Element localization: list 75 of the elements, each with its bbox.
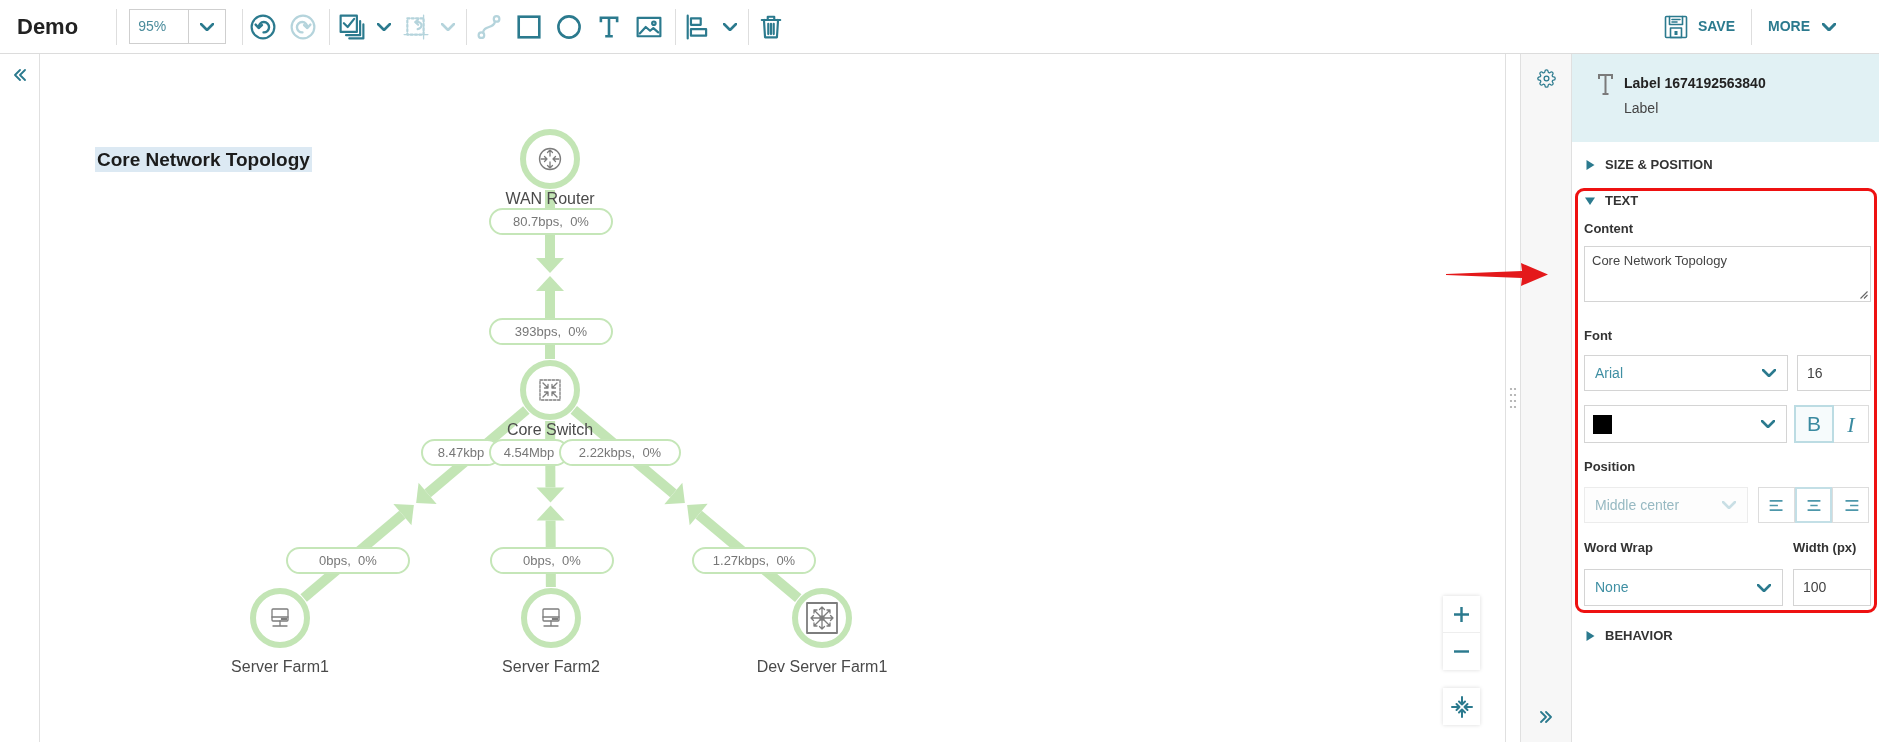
undo-icon <box>250 13 277 40</box>
field-label: Font <box>1584 327 1614 345</box>
arrows-square-icon <box>806 602 838 634</box>
arrows-square-icon <box>539 379 561 401</box>
section-header[interactable]: SIZE & POSITION <box>1572 155 1713 175</box>
node-ring <box>521 588 581 648</box>
color-select[interactable] <box>1584 405 1787 443</box>
element-type: Label <box>1624 100 1660 117</box>
fit-to-screen-button[interactable] <box>1443 688 1480 725</box>
grip-dots-icon[interactable] <box>1509 387 1517 409</box>
traffic-label: 393bps, 0% <box>489 318 613 345</box>
arrows-inward-icon <box>1449 694 1474 719</box>
font-family-select[interactable]: Arial <box>1584 355 1788 391</box>
element-title: Label 1674192563840 <box>1624 75 1766 92</box>
monitor-icon <box>271 608 289 627</box>
save-button[interactable]: SAVE <box>1663 8 1735 45</box>
save-icon <box>1663 14 1688 39</box>
chevron-down-icon <box>1822 22 1836 31</box>
minus-icon <box>1454 650 1469 653</box>
collapse-button[interactable] <box>11 67 28 83</box>
field-label: Width (px) <box>1793 539 1857 557</box>
t-letter-icon <box>1598 74 1613 95</box>
diagram-title[interactable]: Core Network Topology <box>95 147 312 172</box>
dashed-square-icon <box>403 13 430 40</box>
chevron-down-icon <box>1757 583 1771 592</box>
node-label: Dev Server Farm1 <box>756 657 888 676</box>
settings-button[interactable] <box>1536 68 1556 88</box>
plus-icon <box>1454 606 1469 622</box>
redo-icon <box>290 13 317 40</box>
field-label: Content <box>1584 220 1635 238</box>
node-label: Server Farm1 <box>231 657 329 676</box>
field-label: Position <box>1584 458 1637 476</box>
node-label: Server Farm2 <box>502 657 600 676</box>
width-field[interactable]: 100 <box>1793 569 1871 606</box>
zoom-select[interactable]: 95% <box>129 9 227 44</box>
square-icon <box>516 13 543 40</box>
node-ring <box>520 360 580 420</box>
node-label: Core Switch <box>506 420 594 439</box>
chevron-down-icon <box>200 22 215 31</box>
expand-button[interactable] <box>1538 709 1554 725</box>
arrows-circle-icon <box>538 147 562 171</box>
chevron-down-icon <box>723 22 738 31</box>
font-size-field[interactable]: 16 <box>1797 355 1871 391</box>
traffic-label: 0bps, 0% <box>286 547 410 574</box>
app-title: Demo <box>17 13 79 40</box>
align-center-icon <box>1805 499 1822 511</box>
bold-button[interactable]: B <box>1794 405 1834 443</box>
double-chevron-right-icon <box>1540 711 1552 723</box>
content-field[interactable]: Core Network Topology <box>1584 246 1871 302</box>
stacked-squares-icon <box>339 13 366 40</box>
word-wrap-select[interactable]: None <box>1584 569 1783 606</box>
node-ring <box>520 129 580 189</box>
settings-icon <box>1536 68 1556 88</box>
section-header[interactable]: BEHAVIOR <box>1572 626 1673 646</box>
align-left-icon <box>1768 499 1785 511</box>
node-label: WAN Router <box>505 189 595 208</box>
traffic-label: 1.27kbps, 0% <box>692 547 816 574</box>
traffic-label: 80.7bps, 0% <box>489 208 613 235</box>
more-button[interactable]: MORE <box>1768 8 1836 45</box>
chevron-down-icon <box>1762 369 1776 377</box>
italic-button[interactable]: I <box>1834 405 1869 443</box>
node-ring <box>250 588 310 648</box>
chevron-down-icon <box>441 22 456 31</box>
chevron-down-icon <box>1722 501 1736 509</box>
double-chevron-left-icon <box>13 69 26 81</box>
monitor-icon <box>542 608 560 627</box>
traffic-label: 2.22kbps, 0% <box>559 439 681 466</box>
field-label: Word Wrap <box>1584 539 1654 557</box>
circle-icon <box>556 13 583 40</box>
section-header[interactable]: TEXT <box>1578 191 1639 211</box>
resize-grip-icon[interactable] <box>1860 291 1868 299</box>
traffic-label: 0bps, 0% <box>490 547 614 574</box>
chevron-down-icon <box>1761 420 1775 428</box>
curve-icon <box>476 13 503 40</box>
chevron-down-icon <box>377 22 392 31</box>
